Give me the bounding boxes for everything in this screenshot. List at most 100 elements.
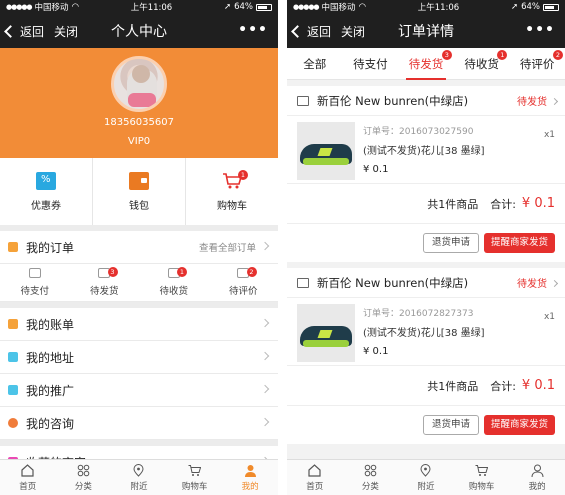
order-status: 待发货 <box>517 97 547 108</box>
avatar[interactable] <box>111 56 167 112</box>
my-orders-row[interactable]: 我的订单 查看全部订单 <box>0 231 278 264</box>
battery-icon <box>542 3 559 11</box>
tab-category[interactable]: 分类 <box>56 460 112 495</box>
profile-header: 18356035607 VIP0 <box>0 48 278 158</box>
chevron-right-icon <box>260 417 270 427</box>
user-phone: 18356035607 <box>104 117 174 128</box>
tab-home-label: 首页 <box>306 481 324 492</box>
tab-nearby-label: 附近 <box>130 481 148 492</box>
pending-receipt-label: 待收货 <box>159 286 188 297</box>
pending-review-button[interactable]: 2 待评价 <box>209 264 279 301</box>
tab-mine-label: 我的 <box>241 481 259 492</box>
status-bar: ●●●●● 中国移动 ◠ 上午11:06 ➚ 64% <box>0 0 278 14</box>
pending-payment-button[interactable]: 待支付 <box>0 264 70 301</box>
remind-ship-button[interactable]: 提醒商家发货 <box>483 415 555 435</box>
location-pin-icon <box>133 463 144 477</box>
chevron-right-icon <box>260 318 270 328</box>
address-icon <box>8 352 18 362</box>
chevron-right-icon <box>260 241 270 251</box>
order-detail-screen: ●●●●● 中国移动 ◠ 上午11:06 ➚ 64% 返回 关闭 订单详情 ••• 全… <box>287 0 565 495</box>
pending-payment-label: 待支付 <box>20 286 49 297</box>
home-icon <box>21 463 34 477</box>
category-icon <box>77 464 90 476</box>
close-button[interactable]: 关闭 <box>54 23 78 40</box>
remind-ship-button[interactable]: 提醒商家发货 <box>483 233 555 253</box>
chevron-left-icon <box>4 24 17 38</box>
tab-mine[interactable]: 我的 <box>222 460 278 495</box>
coupon-label: 优惠券 <box>31 200 61 212</box>
product-price: ¥ 0.1 <box>363 164 389 175</box>
signal-icon: ●●●●● <box>6 3 33 11</box>
clock: 上午11:06 <box>417 3 460 13</box>
tab-cart[interactable]: 购物车 <box>454 460 510 495</box>
back-button[interactable]: 返回 <box>291 23 331 40</box>
battery-level: 64% <box>234 2 253 12</box>
order-item[interactable]: 订单号：2016073027590 (测试不发货)花儿[38 墨绿] ¥ 0.1… <box>287 116 565 184</box>
order-item[interactable]: 订单号：2016072827373 (测试不发货)花儿[38 墨绿] ¥ 0.1… <box>287 298 565 366</box>
chevron-right-icon <box>260 384 270 394</box>
total-count: 共1件商品 <box>427 197 479 211</box>
wallet-button[interactable]: 钱包 <box>93 158 186 225</box>
home-icon <box>308 463 321 477</box>
return-request-button[interactable]: 退货申请 <box>422 233 479 253</box>
shop-header[interactable]: 新百伦 New bunren(中绿店) 待发货 <box>287 268 565 298</box>
menu-bill[interactable]: 我的账单 <box>0 308 278 341</box>
tab-mine[interactable]: 我的 <box>509 460 565 495</box>
location-icon: ➚ <box>510 2 519 12</box>
product-name: (测试不发货)花儿[38 墨绿] <box>363 146 485 157</box>
view-all-orders-link[interactable]: 查看全部订单 <box>199 240 256 254</box>
tab-nearby-label: 附近 <box>417 481 435 492</box>
bill-icon <box>8 319 18 329</box>
order-actions: 退货申请 提醒商家发货 <box>287 406 565 444</box>
consult-icon <box>8 418 18 428</box>
tab-bar: 首页 分类 附近 购物车 我的 <box>0 459 278 495</box>
wifi-icon: ◠ <box>358 2 366 12</box>
wallet-icon <box>129 171 149 190</box>
tab-all[interactable]: 全部 <box>287 48 343 80</box>
return-request-button[interactable]: 退货申请 <box>422 415 479 435</box>
tab-pending-review-badge: 2 <box>552 49 563 60</box>
tab-pending-shipment-label: 待发货 <box>408 56 444 71</box>
menu-promotion[interactable]: 我的推广 <box>0 374 278 407</box>
tab-nearby[interactable]: 附近 <box>398 460 454 495</box>
order-actions: 退货申请 提醒商家发货 <box>287 224 565 262</box>
shop-name: 新百伦 New bunren(中绿店) <box>317 93 469 108</box>
total-amount: ¥ 0.1 <box>521 378 555 393</box>
tab-pending-receipt-label: 待收货 <box>464 56 499 71</box>
coupon-icon <box>36 171 56 190</box>
tab-category[interactable]: 分类 <box>343 460 399 495</box>
coupon-button[interactable]: 优惠券 <box>0 158 93 225</box>
tab-home[interactable]: 首页 <box>0 460 56 495</box>
tab-nearby[interactable]: 附近 <box>111 460 167 495</box>
battery-level: 64% <box>521 2 540 12</box>
cart-button[interactable]: 1 购物车 <box>186 158 278 225</box>
store-icon <box>297 95 309 106</box>
back-button[interactable]: 返回 <box>4 23 45 40</box>
order-status: 待发货 <box>517 279 547 290</box>
pending-shipment-button[interactable]: 3 待发货 <box>70 264 140 301</box>
tab-pending-receipt-badge: 1 <box>497 49 508 60</box>
close-button[interactable]: 关闭 <box>341 23 365 40</box>
pending-payment-icon <box>28 268 41 278</box>
tab-home[interactable]: 首页 <box>287 460 343 495</box>
more-icon[interactable]: ••• <box>238 22 268 38</box>
product-name: (测试不发货)花儿[38 墨绿] <box>363 328 485 339</box>
tab-cart[interactable]: 购物车 <box>167 460 223 495</box>
personal-center-screen: ●●●●● 中国移动 ◠ 上午11:06 ➚ 64% 返回 关闭 个人中心 ••• 1… <box>0 0 278 495</box>
menu-consult[interactable]: 我的咨询 <box>0 407 278 440</box>
tab-pending-payment[interactable]: 待支付 <box>343 48 399 80</box>
person-icon <box>244 464 256 477</box>
more-icon[interactable]: ••• <box>525 22 555 38</box>
back-label: 返回 <box>20 24 45 39</box>
tab-pending-shipment[interactable]: 待发货 3 <box>398 48 454 80</box>
pending-receipt-button[interactable]: 1 待收货 <box>139 264 209 301</box>
shop-header[interactable]: 新百伦 New bunren(中绿店) 待发货 <box>287 86 565 116</box>
total-label: 合计: <box>490 197 516 211</box>
tab-pending-receipt[interactable]: 待收货 1 <box>454 48 510 80</box>
total-label: 合计: <box>490 379 516 393</box>
bill-label: 我的账单 <box>26 317 75 332</box>
tab-pending-review[interactable]: 待评价 2 <box>509 48 565 80</box>
pending-shipment-badge: 3 <box>107 267 118 277</box>
status-bar: ●●●●● 中国移动 ◠ 上午11:06 ➚ 64% <box>287 0 565 14</box>
menu-address[interactable]: 我的地址 <box>0 341 278 374</box>
